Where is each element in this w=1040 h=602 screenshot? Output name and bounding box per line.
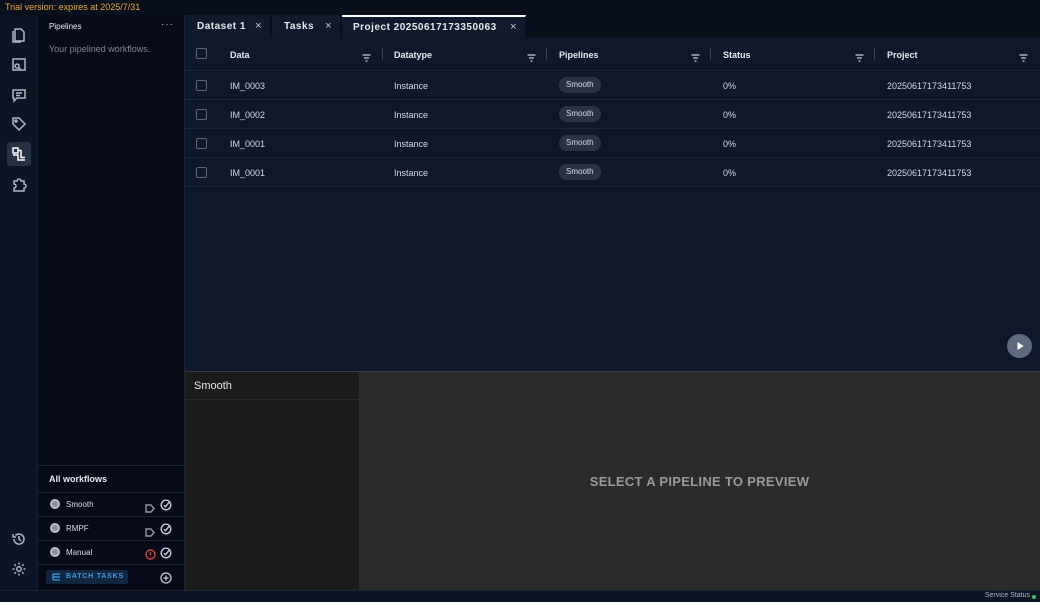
batch-tasks-label: BATCH TASKS — [66, 573, 124, 580]
cell-project: 20250617173411753 — [887, 81, 972, 91]
pipeline-chip[interactable]: Smooth — [559, 164, 601, 180]
icon-rail — [0, 15, 38, 590]
run-play-button[interactable] — [1007, 334, 1032, 358]
cell-datatype: Instance — [394, 139, 429, 149]
more-options-icon[interactable]: ··· — [161, 19, 174, 30]
table-header: Data Datatype Pipelines Status Project — [185, 37, 1040, 71]
trial-banner: Trial version: expires at 2025/7/31 — [0, 0, 1040, 15]
workflow-label: Smooth — [66, 500, 94, 509]
pipeline-list-item[interactable]: Smooth — [185, 372, 359, 400]
cell-data: IM_0003 — [230, 81, 266, 91]
pipeline-chip[interactable]: Smooth — [559, 106, 601, 122]
column-divider[interactable] — [546, 48, 547, 60]
close-icon[interactable]: × — [325, 15, 332, 38]
filter-icon[interactable] — [527, 49, 536, 62]
cell-data: IM_0001 — [230, 139, 266, 149]
column-header-pipelines[interactable]: Pipelines — [559, 50, 599, 60]
cell-status: 0% — [723, 110, 737, 120]
cell-status: 0% — [723, 81, 737, 91]
table-row[interactable]: IM_0001 Instance Smooth 0% 2025061717341… — [185, 129, 1040, 158]
tab-tasks[interactable]: Tasks × — [272, 15, 341, 37]
pipeline-icon[interactable] — [7, 142, 31, 166]
batch-icon — [52, 573, 61, 581]
pipeline-preview-panel: Smooth SELECT A PIPELINE TO PREVIEW — [185, 371, 1040, 591]
cell-data: IM_0001 — [230, 168, 266, 178]
warning-icon — [145, 547, 156, 560]
radio-icon[interactable] — [50, 499, 60, 509]
column-header-data[interactable]: Data — [230, 50, 250, 60]
sidebar-title: Pipelines — [49, 22, 82, 31]
filter-icon[interactable] — [362, 49, 371, 62]
close-icon[interactable]: × — [510, 17, 517, 38]
tag-icon[interactable] — [145, 500, 155, 513]
pipeline-chip[interactable]: Smooth — [559, 135, 601, 151]
tag-icon[interactable] — [7, 112, 31, 136]
gear-icon[interactable] — [7, 557, 31, 581]
cell-status: 0% — [723, 168, 737, 178]
workflow-item-smooth[interactable]: Smooth — [38, 492, 185, 516]
tab-dataset-1[interactable]: Dataset 1 × — [185, 15, 271, 37]
cell-datatype: Instance — [394, 110, 429, 120]
batch-tasks-button[interactable]: BATCH TASKS — [46, 570, 128, 584]
cell-project: 20250617173411753 — [887, 110, 972, 120]
column-header-status[interactable]: Status — [723, 50, 751, 60]
sidebar-description: Your pipelined workflows. — [49, 44, 151, 54]
service-status-label[interactable]: Service Status — [985, 592, 1030, 599]
close-icon[interactable]: × — [255, 15, 262, 38]
tag-icon[interactable] — [145, 524, 155, 537]
cell-project: 20250617173411753 — [887, 139, 972, 149]
table-row[interactable]: IM_0002 Instance Smooth 0% 2025061717341… — [185, 100, 1040, 129]
tab-bar: Dataset 1 × Tasks × Project 202506171733… — [185, 15, 1040, 37]
preview-placeholder: SELECT A PIPELINE TO PREVIEW — [589, 474, 810, 489]
status-bar: Service Status — [0, 590, 1040, 602]
table-row[interactable]: IM_0001 Instance Smooth 0% 2025061717341… — [185, 158, 1040, 187]
column-divider[interactable] — [382, 48, 383, 60]
filter-icon[interactable] — [1019, 49, 1028, 62]
puzzle-icon[interactable] — [7, 172, 31, 196]
play-icon — [1017, 342, 1023, 350]
row-checkbox[interactable] — [196, 109, 207, 120]
workflow-item-rmpf[interactable]: RMPF — [38, 516, 185, 540]
tasks-table: Data Datatype Pipelines Status Project I… — [185, 37, 1040, 371]
cell-datatype: Instance — [394, 81, 429, 91]
add-workflow-icon[interactable] — [160, 571, 172, 584]
select-all-checkbox[interactable] — [196, 48, 207, 59]
column-header-datatype[interactable]: Datatype — [394, 50, 432, 60]
cell-data: IM_0002 — [230, 110, 266, 120]
document-icon[interactable] — [7, 23, 31, 47]
tab-label: Project 20250617173350063 — [353, 22, 497, 33]
radio-icon[interactable] — [50, 547, 60, 557]
column-divider[interactable] — [874, 48, 875, 60]
workflow-label: Manual — [66, 548, 93, 557]
row-checkbox[interactable] — [196, 138, 207, 149]
all-workflows-heading: All workflows — [38, 465, 185, 492]
check-edit-icon[interactable] — [160, 498, 172, 511]
column-header-project[interactable]: Project — [887, 50, 918, 60]
filter-icon[interactable] — [855, 49, 864, 62]
pipelines-sidebar: Pipelines ··· Your pipelined workflows. … — [38, 15, 185, 590]
pipeline-list: Smooth — [185, 372, 359, 591]
check-edit-icon[interactable] — [160, 522, 172, 535]
row-checkbox[interactable] — [196, 167, 207, 178]
tab-label: Tasks — [284, 21, 315, 32]
history-icon[interactable] — [7, 527, 31, 551]
comment-icon[interactable] — [7, 83, 31, 107]
column-divider[interactable] — [710, 48, 711, 60]
cell-datatype: Instance — [394, 168, 429, 178]
check-edit-icon[interactable] — [160, 546, 172, 559]
cell-project: 20250617173411753 — [887, 168, 972, 178]
radio-icon[interactable] — [50, 523, 60, 533]
pipeline-chip[interactable]: Smooth — [559, 77, 601, 93]
status-indicator-icon — [1032, 595, 1036, 599]
table-row[interactable]: IM_0003 Instance Smooth 0% 2025061717341… — [185, 71, 1040, 100]
filter-icon[interactable] — [691, 49, 700, 62]
tab-project[interactable]: Project 20250617173350063 × — [342, 15, 526, 37]
cell-status: 0% — [723, 139, 737, 149]
image-search-icon[interactable] — [7, 53, 31, 77]
tab-label: Dataset 1 — [197, 21, 246, 32]
workflow-label: RMPF — [66, 524, 89, 533]
row-checkbox[interactable] — [196, 80, 207, 91]
workflow-item-manual[interactable]: Manual — [38, 540, 185, 564]
